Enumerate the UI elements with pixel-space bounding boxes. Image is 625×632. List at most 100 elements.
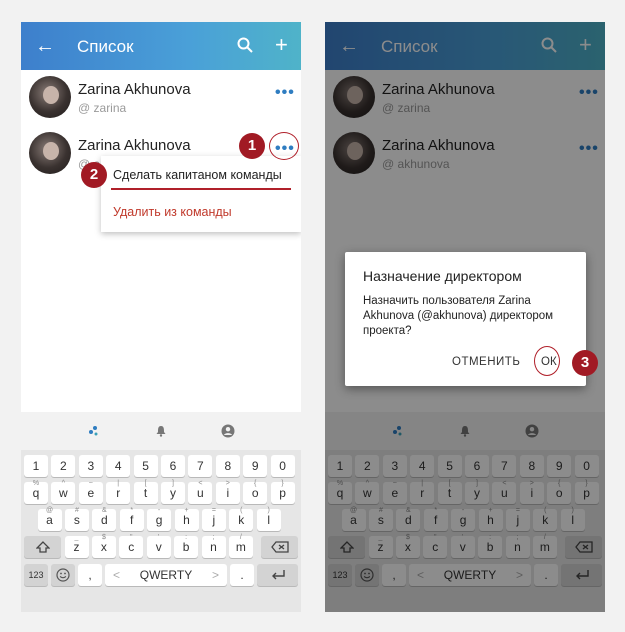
key-3[interactable]: 3 (78, 455, 103, 477)
emoji-icon[interactable] (51, 564, 75, 586)
key-b[interactable]: :b (174, 534, 199, 558)
key-v[interactable]: ' v (146, 534, 171, 558)
key-f[interactable]: * f (119, 507, 144, 531)
key-0[interactable]: 0 (270, 455, 295, 477)
more-options-icon[interactable]: ••• (275, 84, 295, 102)
key-r[interactable]: | r (106, 480, 131, 504)
key-i[interactable]: > i (215, 480, 240, 504)
key-m[interactable]: / m (228, 534, 253, 558)
numbers-mode-key[interactable]: 123 (24, 564, 48, 586)
key-4[interactable]: 4 (106, 455, 131, 477)
key-w[interactable]: ^ w (51, 480, 76, 504)
key-label: 7 (197, 459, 204, 473)
period-key[interactable]: . (230, 564, 254, 586)
search-icon[interactable] (237, 37, 253, 53)
account-icon[interactable] (221, 424, 235, 438)
key-hint: # (74, 507, 79, 514)
key-label: 5 (142, 459, 149, 473)
key-label: 2 (60, 459, 67, 473)
key-h[interactable]: + h (174, 507, 199, 531)
sparkle-icon[interactable] (87, 424, 101, 438)
enter-icon[interactable] (257, 564, 298, 586)
keyboard-suggestion-bar (21, 412, 301, 450)
key-s[interactable]: # s (64, 507, 89, 531)
plus-icon[interactable]: + (275, 32, 288, 58)
key-z[interactable]: _ z (64, 534, 89, 558)
key-hint: $ (101, 534, 106, 541)
key-hint: ] (172, 480, 174, 487)
key-hint: ^ (61, 480, 66, 487)
step-badge-3: 3 (572, 350, 598, 376)
space-key[interactable]: < QWERTY > (105, 564, 227, 586)
key-hint: [ (144, 480, 147, 487)
key-label: 0 (279, 459, 286, 473)
shift-icon[interactable] (24, 536, 61, 558)
key-l[interactable]: ) l (256, 507, 281, 531)
key-hint: & (101, 507, 107, 514)
menu-item-make-captain[interactable]: Сделать капитаном команды (113, 168, 282, 182)
key-5[interactable]: 5 (133, 455, 158, 477)
space-arrow-left: < (113, 568, 121, 582)
key-hint: ( (240, 507, 243, 514)
key-n[interactable]: ; n (201, 534, 226, 558)
key-6[interactable]: 6 (161, 455, 185, 477)
key-7[interactable]: 7 (188, 455, 213, 477)
key-e[interactable]: ~ e (78, 480, 103, 504)
key-1[interactable]: 1 (24, 455, 48, 477)
avatar (29, 132, 71, 174)
backspace-icon[interactable] (261, 536, 298, 558)
key-hint: } (281, 480, 284, 487)
key-c[interactable]: " c (119, 534, 144, 558)
key-a[interactable]: @ a (37, 507, 62, 531)
avatar-face (43, 86, 59, 104)
keyboard: 1 2 3 4 5 6 7 8 9 0% q ^ w ~ e | r[t] y < u > i{o} p @ a # s & d * f - g… (21, 412, 301, 612)
key-hint: * (130, 507, 134, 514)
key-hint: : (185, 534, 188, 541)
key-hint: = (211, 507, 216, 514)
key-d[interactable]: & d (92, 507, 117, 531)
highlight-underline (111, 188, 291, 190)
arrow-left-icon[interactable]: ← (35, 34, 55, 58)
key-q[interactable]: % q (24, 480, 48, 504)
key-2[interactable]: 2 (51, 455, 76, 477)
key-label: 4 (114, 459, 122, 473)
user-name: Zarina Akhunova (78, 137, 191, 154)
key-o[interactable]: {o (243, 480, 268, 504)
phone-screen-menu: ← Список + Zarina Akhunova @ zarina ••• Zarina… (21, 22, 301, 612)
key-hint: { (254, 480, 257, 487)
key-label: 3 (87, 459, 95, 473)
key-hint: ; (212, 534, 215, 541)
key-g[interactable]: -g (147, 507, 172, 531)
key-hint: - (157, 507, 161, 514)
cancel-button[interactable]: ОТМЕНИТЬ (452, 356, 520, 368)
key-hint: + (184, 507, 189, 514)
highlight-ring (534, 346, 560, 376)
key-u[interactable]: < u (188, 480, 213, 504)
context-menu: Сделать капитаном команды Удалить из кома… (101, 156, 301, 232)
key-p[interactable]: } p (270, 480, 295, 504)
key-8[interactable]: 8 (215, 455, 240, 477)
key-y[interactable]: ] y (161, 480, 185, 504)
step-badge-2: 2 (81, 162, 107, 188)
key-t[interactable]: [t (133, 480, 158, 504)
key-9[interactable]: 9 (243, 455, 268, 477)
key-hint: / (239, 534, 242, 541)
key-hint: > (225, 480, 230, 487)
key-k[interactable]: (k (229, 507, 254, 531)
key-hint: " (130, 534, 133, 541)
comma-key[interactable]: , (78, 564, 102, 586)
key-x[interactable]: $ x (91, 534, 116, 558)
page-title: Список (77, 37, 134, 56)
user-name: Zarina Akhunova (78, 81, 191, 98)
list-item[interactable]: Zarina Akhunova @ zarina ••• (21, 72, 301, 128)
menu-item-remove[interactable]: Удалить из команды (113, 205, 232, 219)
key-j[interactable]: = j (201, 507, 226, 531)
space-label: QWERTY (139, 568, 193, 582)
bell-icon[interactable] (155, 424, 169, 438)
key-hint: _ (74, 534, 79, 541)
user-handle: @ zarina (78, 101, 127, 115)
key-hint: % (32, 480, 40, 487)
dialog-message: Назначить пользователя Zarina Akhunova (… (363, 295, 554, 337)
avatar (29, 76, 71, 118)
key-hint: < (198, 480, 203, 487)
